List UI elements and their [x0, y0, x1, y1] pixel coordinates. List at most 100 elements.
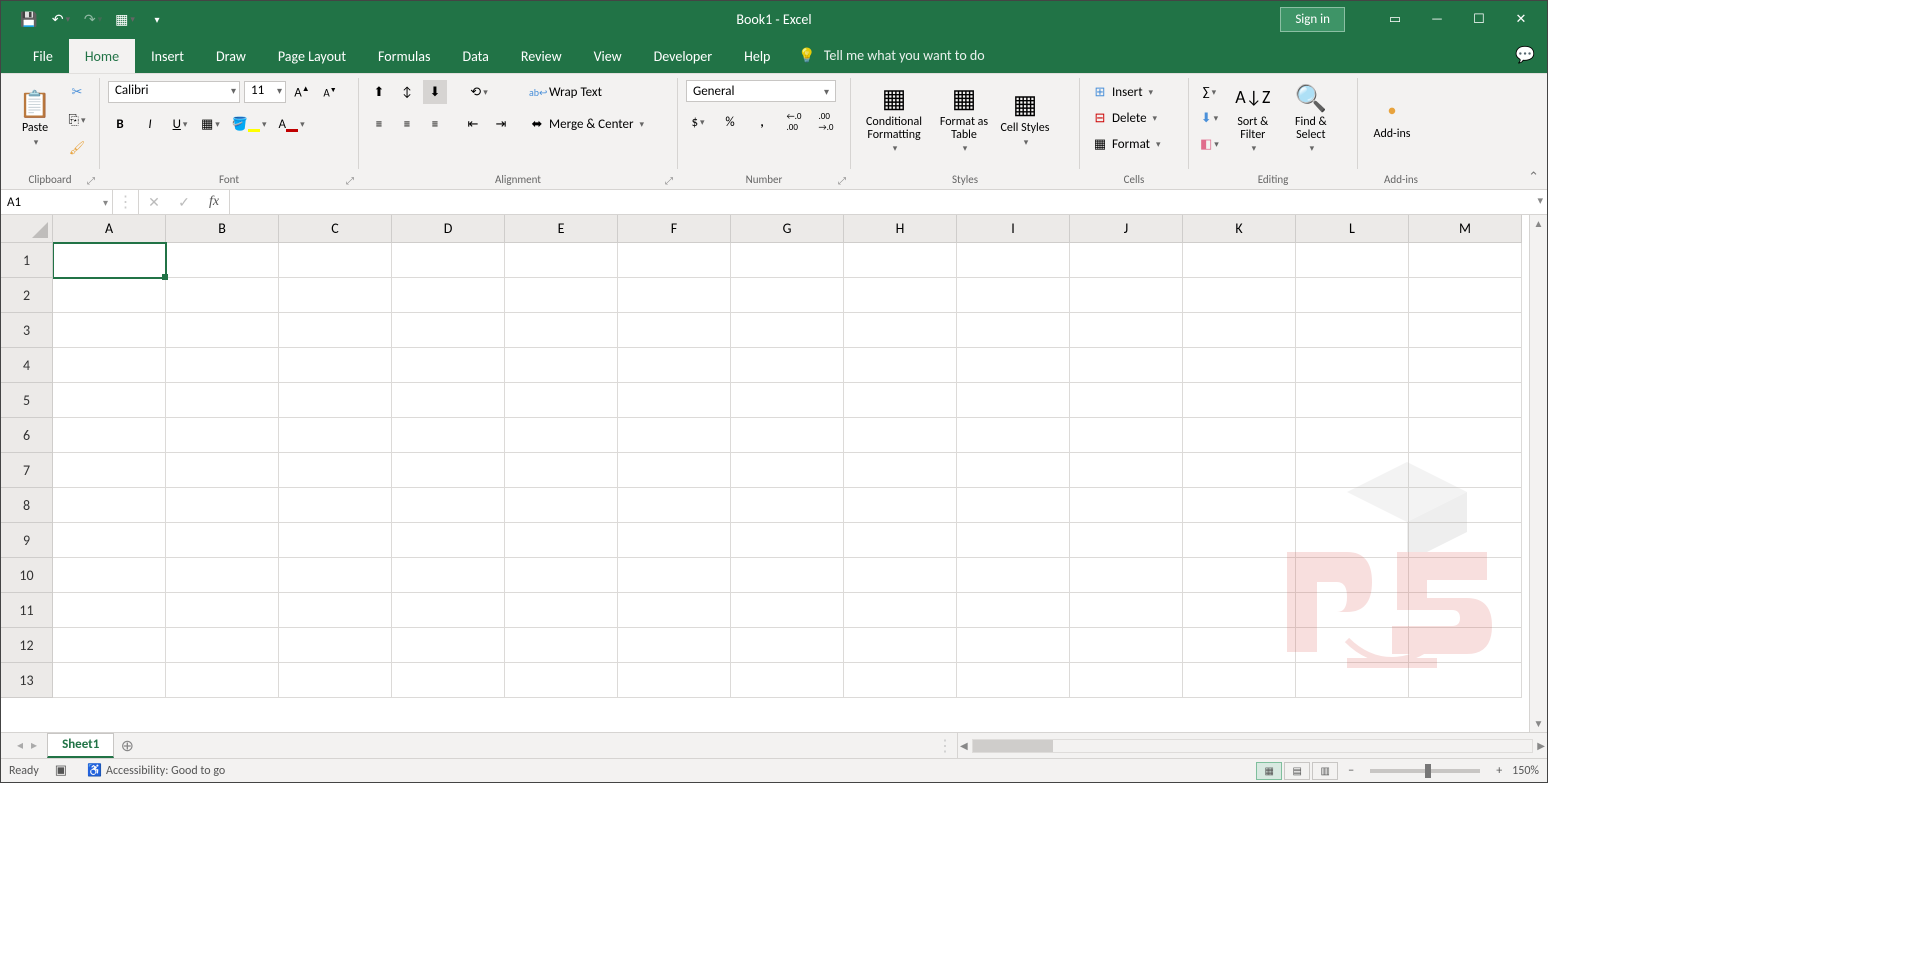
borders-button[interactable]: ▦	[198, 112, 223, 136]
cell[interactable]	[1183, 593, 1296, 628]
tab-developer[interactable]: Developer	[638, 39, 728, 73]
conditional-formatting-button[interactable]: ▦Conditional Formatting	[857, 78, 931, 158]
cell[interactable]	[844, 383, 957, 418]
cell[interactable]	[1296, 663, 1409, 698]
cell[interactable]	[1296, 453, 1409, 488]
cell[interactable]	[166, 628, 279, 663]
cell[interactable]	[279, 313, 392, 348]
cell[interactable]	[166, 558, 279, 593]
cell[interactable]	[166, 278, 279, 313]
cell[interactable]	[731, 558, 844, 593]
font-dialog-launcher[interactable]: ⤢	[346, 174, 354, 187]
sheet-prev-button[interactable]: ◂	[17, 738, 23, 753]
cell[interactable]	[844, 558, 957, 593]
cell[interactable]	[618, 523, 731, 558]
cell[interactable]	[505, 523, 618, 558]
cell[interactable]	[505, 593, 618, 628]
cell[interactable]	[731, 593, 844, 628]
redo-button[interactable]: ↷	[79, 5, 107, 33]
paste-button[interactable]: 📋 Paste	[7, 78, 63, 158]
cell[interactable]	[279, 628, 392, 663]
new-sheet-button[interactable]: ⊕	[114, 733, 140, 758]
cell[interactable]	[392, 313, 505, 348]
cell[interactable]	[279, 383, 392, 418]
column-header[interactable]: J	[1070, 215, 1183, 243]
cell[interactable]	[1070, 488, 1183, 523]
cell[interactable]	[1070, 243, 1183, 278]
tab-formulas[interactable]: Formulas	[362, 39, 446, 73]
cell[interactable]	[731, 348, 844, 383]
cancel-formula-button[interactable]: ✕	[139, 194, 169, 211]
cell[interactable]	[505, 628, 618, 663]
cell[interactable]	[505, 488, 618, 523]
row-header[interactable]: 1	[1, 243, 53, 278]
cell[interactable]	[1183, 418, 1296, 453]
sheet-next-button[interactable]: ▸	[31, 738, 37, 753]
cell[interactable]	[1070, 523, 1183, 558]
accounting-format-button[interactable]: $	[686, 110, 710, 134]
column-header[interactable]: A	[53, 215, 166, 243]
bold-button[interactable]: B	[108, 112, 132, 136]
cell[interactable]	[1409, 243, 1522, 278]
cell[interactable]	[1296, 593, 1409, 628]
font-size-select[interactable]: 11	[244, 81, 286, 103]
cell[interactable]	[392, 558, 505, 593]
cell[interactable]	[166, 348, 279, 383]
cell[interactable]	[731, 663, 844, 698]
expand-formula-bar-button[interactable]: ▾	[1537, 194, 1543, 207]
cell[interactable]	[505, 243, 618, 278]
cell[interactable]	[1409, 628, 1522, 663]
align-center-button[interactable]: ≡	[395, 112, 419, 136]
cell[interactable]	[1070, 453, 1183, 488]
align-left-button[interactable]: ≡	[367, 112, 391, 136]
cell[interactable]	[505, 313, 618, 348]
alignment-dialog-launcher[interactable]: ⤢	[665, 174, 673, 187]
cell[interactable]	[844, 453, 957, 488]
format-painter-button[interactable]: 🖌	[65, 136, 89, 160]
cell[interactable]	[1409, 663, 1522, 698]
cell[interactable]	[505, 278, 618, 313]
increase-decimal-button[interactable]: ←.0.00	[782, 110, 806, 134]
cell[interactable]	[957, 278, 1070, 313]
cell[interactable]	[1409, 593, 1522, 628]
cell[interactable]	[1070, 558, 1183, 593]
column-header[interactable]: M	[1409, 215, 1522, 243]
cell[interactable]	[1296, 348, 1409, 383]
tab-file[interactable]: File	[17, 39, 69, 73]
cell[interactable]	[1183, 628, 1296, 663]
cell[interactable]	[392, 418, 505, 453]
cell[interactable]	[731, 523, 844, 558]
cell[interactable]	[618, 278, 731, 313]
cell[interactable]	[957, 348, 1070, 383]
cell[interactable]	[1070, 348, 1183, 383]
insert-cells-button[interactable]: ⊞Insert	[1088, 80, 1165, 104]
cell[interactable]	[1409, 488, 1522, 523]
scroll-down-icon[interactable]: ▼	[1534, 717, 1544, 730]
zoom-out-button[interactable]: −	[1348, 764, 1354, 778]
fill-color-button[interactable]: 🪣	[229, 112, 270, 136]
minimize-button[interactable]: —	[1417, 5, 1457, 33]
cell[interactable]	[1070, 383, 1183, 418]
cell[interactable]	[53, 523, 166, 558]
horizontal-scrollbar[interactable]: ◀ ▶	[957, 733, 1547, 758]
comma-format-button[interactable]: ,	[750, 110, 774, 134]
align-right-button[interactable]: ≡	[423, 112, 447, 136]
cell[interactable]	[1409, 453, 1522, 488]
cell[interactable]	[844, 278, 957, 313]
cell[interactable]	[53, 593, 166, 628]
column-header[interactable]: L	[1296, 215, 1409, 243]
zoom-slider[interactable]	[1370, 769, 1480, 773]
cell[interactable]	[731, 383, 844, 418]
collapse-ribbon-button[interactable]: ⌃	[1528, 170, 1539, 185]
cell[interactable]	[279, 418, 392, 453]
cell[interactable]	[53, 453, 166, 488]
row-header[interactable]: 13	[1, 663, 53, 698]
column-header[interactable]: I	[957, 215, 1070, 243]
cell[interactable]	[1296, 278, 1409, 313]
cell[interactable]	[844, 488, 957, 523]
row-header[interactable]: 9	[1, 523, 53, 558]
cell[interactable]	[1409, 278, 1522, 313]
cell[interactable]	[618, 593, 731, 628]
cell[interactable]	[505, 418, 618, 453]
cell[interactable]	[166, 418, 279, 453]
